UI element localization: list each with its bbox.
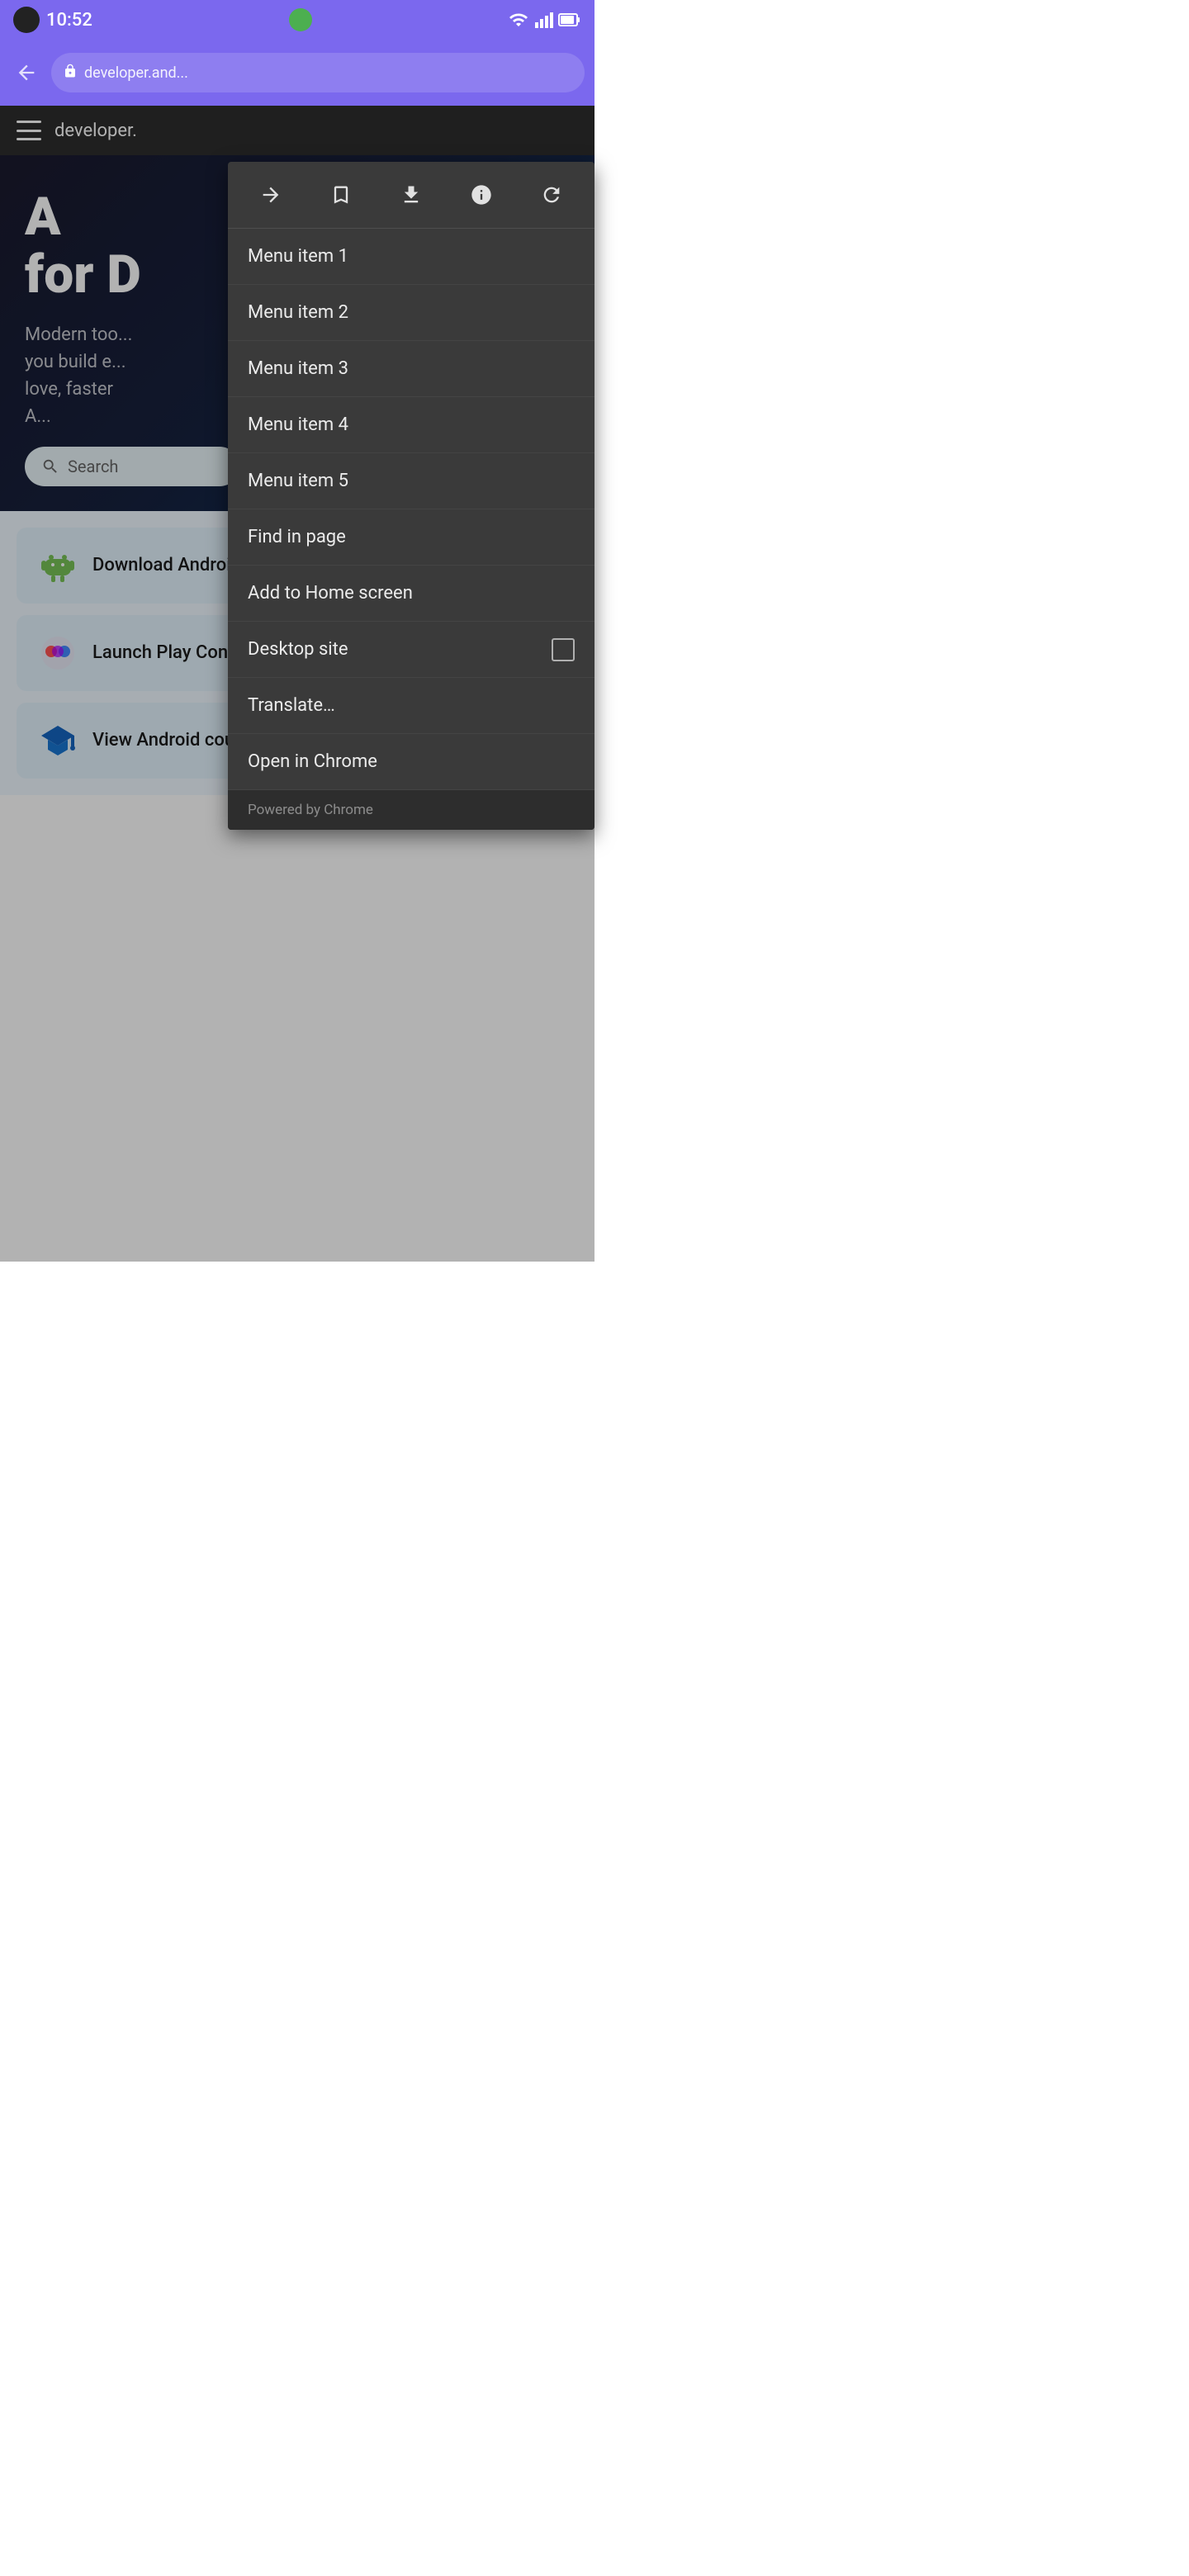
menu-item-5[interactable]: Menu item 5 — [228, 453, 594, 509]
translate-item[interactable]: Translate… — [228, 678, 594, 734]
open-in-chrome-label: Open in Chrome — [248, 751, 377, 772]
bookmark-icon — [329, 183, 353, 206]
status-circle — [13, 7, 40, 33]
battery-icon — [558, 10, 581, 30]
menu-item-1-label: Menu item 1 — [248, 246, 348, 267]
find-in-page-item[interactable]: Find in page — [228, 509, 594, 566]
menu-item-4-label: Menu item 4 — [248, 414, 348, 435]
lock-icon — [63, 64, 78, 82]
menu-item-5-label: Menu item 5 — [248, 471, 348, 491]
menu-item-1[interactable]: Menu item 1 — [228, 229, 594, 285]
main-content: developer. A for D Modern too... you bui… — [0, 106, 594, 795]
info-icon — [470, 183, 493, 206]
wifi-icon — [509, 10, 528, 30]
refresh-button[interactable] — [530, 173, 573, 216]
refresh-icon — [540, 183, 563, 206]
forward-button[interactable] — [249, 173, 292, 216]
status-time: 10:52 — [46, 10, 92, 31]
translate-label: Translate… — [248, 695, 335, 716]
signal-icon — [533, 10, 553, 30]
menu-item-3[interactable]: Menu item 3 — [228, 341, 594, 397]
status-center — [289, 8, 312, 31]
open-in-chrome-item[interactable]: Open in Chrome — [228, 734, 594, 790]
desktop-site-item[interactable]: Desktop site — [228, 622, 594, 678]
powered-by-text: Powered by Chrome — [248, 802, 373, 818]
browser-toolbar: developer.and... — [0, 40, 594, 106]
dropdown-menu: Menu item 1 Menu item 2 Menu item 3 Menu… — [228, 162, 594, 830]
bookmark-button[interactable] — [320, 173, 362, 216]
info-button[interactable] — [460, 173, 503, 216]
address-bar[interactable]: developer.and... — [51, 53, 585, 92]
status-icons — [509, 10, 581, 30]
menu-item-2[interactable]: Menu item 2 — [228, 285, 594, 341]
find-in-page-label: Find in page — [248, 527, 346, 547]
powered-by-section: Powered by Chrome — [228, 790, 594, 830]
add-to-home-item[interactable]: Add to Home screen — [228, 566, 594, 622]
back-button[interactable] — [10, 56, 43, 89]
download-button[interactable] — [390, 173, 433, 216]
menu-item-2-label: Menu item 2 — [248, 302, 348, 323]
menu-icon-row — [228, 162, 594, 229]
desktop-site-checkbox[interactable] — [552, 638, 575, 661]
status-bar-left: 10:52 — [13, 7, 92, 33]
menu-item-4[interactable]: Menu item 4 — [228, 397, 594, 453]
notification-dot — [289, 8, 312, 31]
forward-icon — [259, 183, 282, 206]
desktop-site-label: Desktop site — [248, 639, 348, 660]
download-icon — [400, 183, 423, 206]
add-to-home-label: Add to Home screen — [248, 583, 413, 604]
status-bar: 10:52 — [0, 0, 594, 40]
menu-item-3-label: Menu item 3 — [248, 358, 348, 379]
address-text: developer.and... — [84, 64, 188, 82]
